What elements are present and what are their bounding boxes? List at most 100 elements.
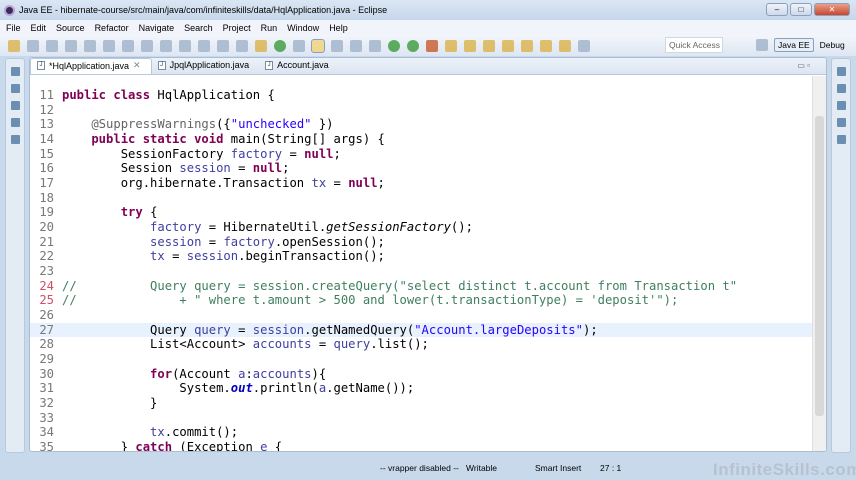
close-tab-icon[interactable]: ✕ xyxy=(133,60,141,71)
console-icon[interactable] xyxy=(836,135,846,144)
previous-annotation-icon[interactable] xyxy=(521,39,533,52)
line-number: 27 xyxy=(39,322,54,337)
toolbar xyxy=(0,35,856,56)
menu-navigate[interactable]: Navigate xyxy=(139,23,175,33)
problems-icon[interactable] xyxy=(836,118,846,127)
code-token: (Exception xyxy=(179,440,261,452)
editor-tab[interactable]: J Account.java xyxy=(259,58,339,74)
step-return-icon[interactable] xyxy=(217,39,229,52)
project-explorer-icon[interactable] xyxy=(10,118,20,127)
new-package-icon[interactable] xyxy=(464,39,476,52)
menu-search[interactable]: Search xyxy=(184,23,213,33)
line-number: 23 xyxy=(39,264,54,279)
new-icon[interactable] xyxy=(8,39,20,52)
hierarchy-icon[interactable] xyxy=(10,101,20,110)
code-line: 29 xyxy=(30,352,812,367)
external-tools-icon[interactable] xyxy=(426,39,438,52)
save-all-icon[interactable] xyxy=(46,39,58,52)
code-token: for xyxy=(62,366,173,381)
quick-access-input[interactable]: Quick Access xyxy=(665,37,723,53)
editor-tab[interactable]: J JpqlApplication.java xyxy=(152,58,260,74)
print-icon[interactable] xyxy=(65,39,77,52)
vertical-scrollbar[interactable] xyxy=(812,76,826,451)
show-whitespace-icon[interactable] xyxy=(350,39,362,52)
code-token: public static void xyxy=(62,132,231,146)
terminate-icon[interactable] xyxy=(141,39,153,52)
code-line: 27 Query query = session.getNamedQuery("… xyxy=(30,322,812,338)
maximize-button[interactable]: □ xyxy=(790,3,812,16)
new-server-icon[interactable] xyxy=(274,39,286,52)
minimize-maximize-icon[interactable]: ▭ ▫ xyxy=(797,61,810,70)
open-perspective-icon[interactable] xyxy=(756,39,768,51)
new-java-project-icon[interactable] xyxy=(445,39,457,52)
step-into-icon[interactable] xyxy=(179,39,191,52)
code-token: factory xyxy=(230,146,283,161)
code-token: try xyxy=(62,205,151,220)
forward-icon[interactable] xyxy=(578,39,590,52)
watermark: InfiniteSkills.com xyxy=(713,460,856,479)
scrollbar-thumb[interactable] xyxy=(815,116,824,416)
editor-tab[interactable]: J *HqlApplication.java ✕ xyxy=(30,58,152,74)
open-type-icon[interactable] xyxy=(255,39,267,52)
menu-project[interactable]: Project xyxy=(223,23,251,33)
code-line: 25 // + " where t.amount > 500 and lower(… xyxy=(30,293,812,308)
perspective-java-ee[interactable]: Java EE xyxy=(774,38,814,52)
task-list-icon[interactable] xyxy=(836,101,846,110)
code-token: = xyxy=(311,337,334,352)
resume-icon[interactable] xyxy=(103,39,115,52)
step-over-icon[interactable] xyxy=(198,39,210,52)
last-edit-icon[interactable] xyxy=(540,39,552,52)
run-icon[interactable] xyxy=(407,39,419,52)
mark-occurrences-icon[interactable] xyxy=(311,38,325,53)
navigator-icon[interactable] xyxy=(10,135,20,144)
code-token: // + " where t.amount > 500 and lower(t.… xyxy=(62,293,679,308)
outline-icon[interactable] xyxy=(836,84,846,93)
line-number: 33 xyxy=(39,410,54,425)
line-number: 14 xyxy=(39,132,54,146)
line-number: 16 xyxy=(39,161,54,176)
skip-breakpoints-icon[interactable] xyxy=(84,39,96,52)
package-explorer-icon[interactable] xyxy=(10,84,20,93)
new-class-icon[interactable] xyxy=(483,39,495,52)
menu-refactor[interactable]: Refactor xyxy=(95,23,129,33)
next-annotation-icon[interactable] xyxy=(502,39,514,52)
code-token: "Account.largeDeposits" xyxy=(414,322,583,337)
line-number: 26 xyxy=(39,308,54,323)
menu-source[interactable]: Source xyxy=(56,23,85,33)
open-console-icon[interactable] xyxy=(236,39,248,52)
code-token: .getNamedQuery( xyxy=(304,322,415,337)
java-file-icon: J xyxy=(37,61,45,70)
disconnect-icon[interactable] xyxy=(160,39,172,52)
right-trim-stack xyxy=(831,58,851,453)
code-token: = xyxy=(230,322,253,337)
code-line: 31 System.out.println(a.getName()); xyxy=(30,381,812,396)
code-token: catch xyxy=(135,440,180,452)
menu-help[interactable]: Help xyxy=(329,23,348,33)
code-area[interactable]: 11 public class HqlApplication {12 13 @Sup… xyxy=(30,76,812,451)
menu-bar: File Edit Source Refactor Navigate Search Proj… xyxy=(0,20,856,35)
title-bar: Java EE - hibernate-course/src/main/java… xyxy=(0,0,856,20)
debug-icon[interactable] xyxy=(388,39,400,52)
block-selection-icon[interactable] xyxy=(331,39,343,52)
paragraph-icon[interactable] xyxy=(369,39,381,52)
code-token: = xyxy=(230,161,253,176)
minimize-button[interactable]: – xyxy=(766,3,788,16)
code-line: 19 try { xyxy=(30,205,812,220)
code-token: main(String[] args) { xyxy=(230,132,385,146)
search-icon[interactable] xyxy=(293,39,305,52)
code-token: }) xyxy=(311,117,334,132)
perspective-debug[interactable]: Debug xyxy=(820,40,845,50)
save-icon[interactable] xyxy=(27,39,39,52)
restore-icon[interactable] xyxy=(10,67,20,76)
code-token: query xyxy=(194,322,231,337)
menu-run[interactable]: Run xyxy=(261,23,278,33)
restore-icon[interactable] xyxy=(836,67,846,76)
back-icon[interactable] xyxy=(559,39,571,52)
suspend-icon[interactable] xyxy=(122,39,134,52)
tab-label: JpqlApplication.java xyxy=(169,60,250,70)
close-button[interactable]: ✕ xyxy=(814,3,850,16)
code-token: session xyxy=(62,234,202,249)
menu-window[interactable]: Window xyxy=(287,23,319,33)
menu-edit[interactable]: Edit xyxy=(31,23,47,33)
menu-file[interactable]: File xyxy=(6,23,21,33)
